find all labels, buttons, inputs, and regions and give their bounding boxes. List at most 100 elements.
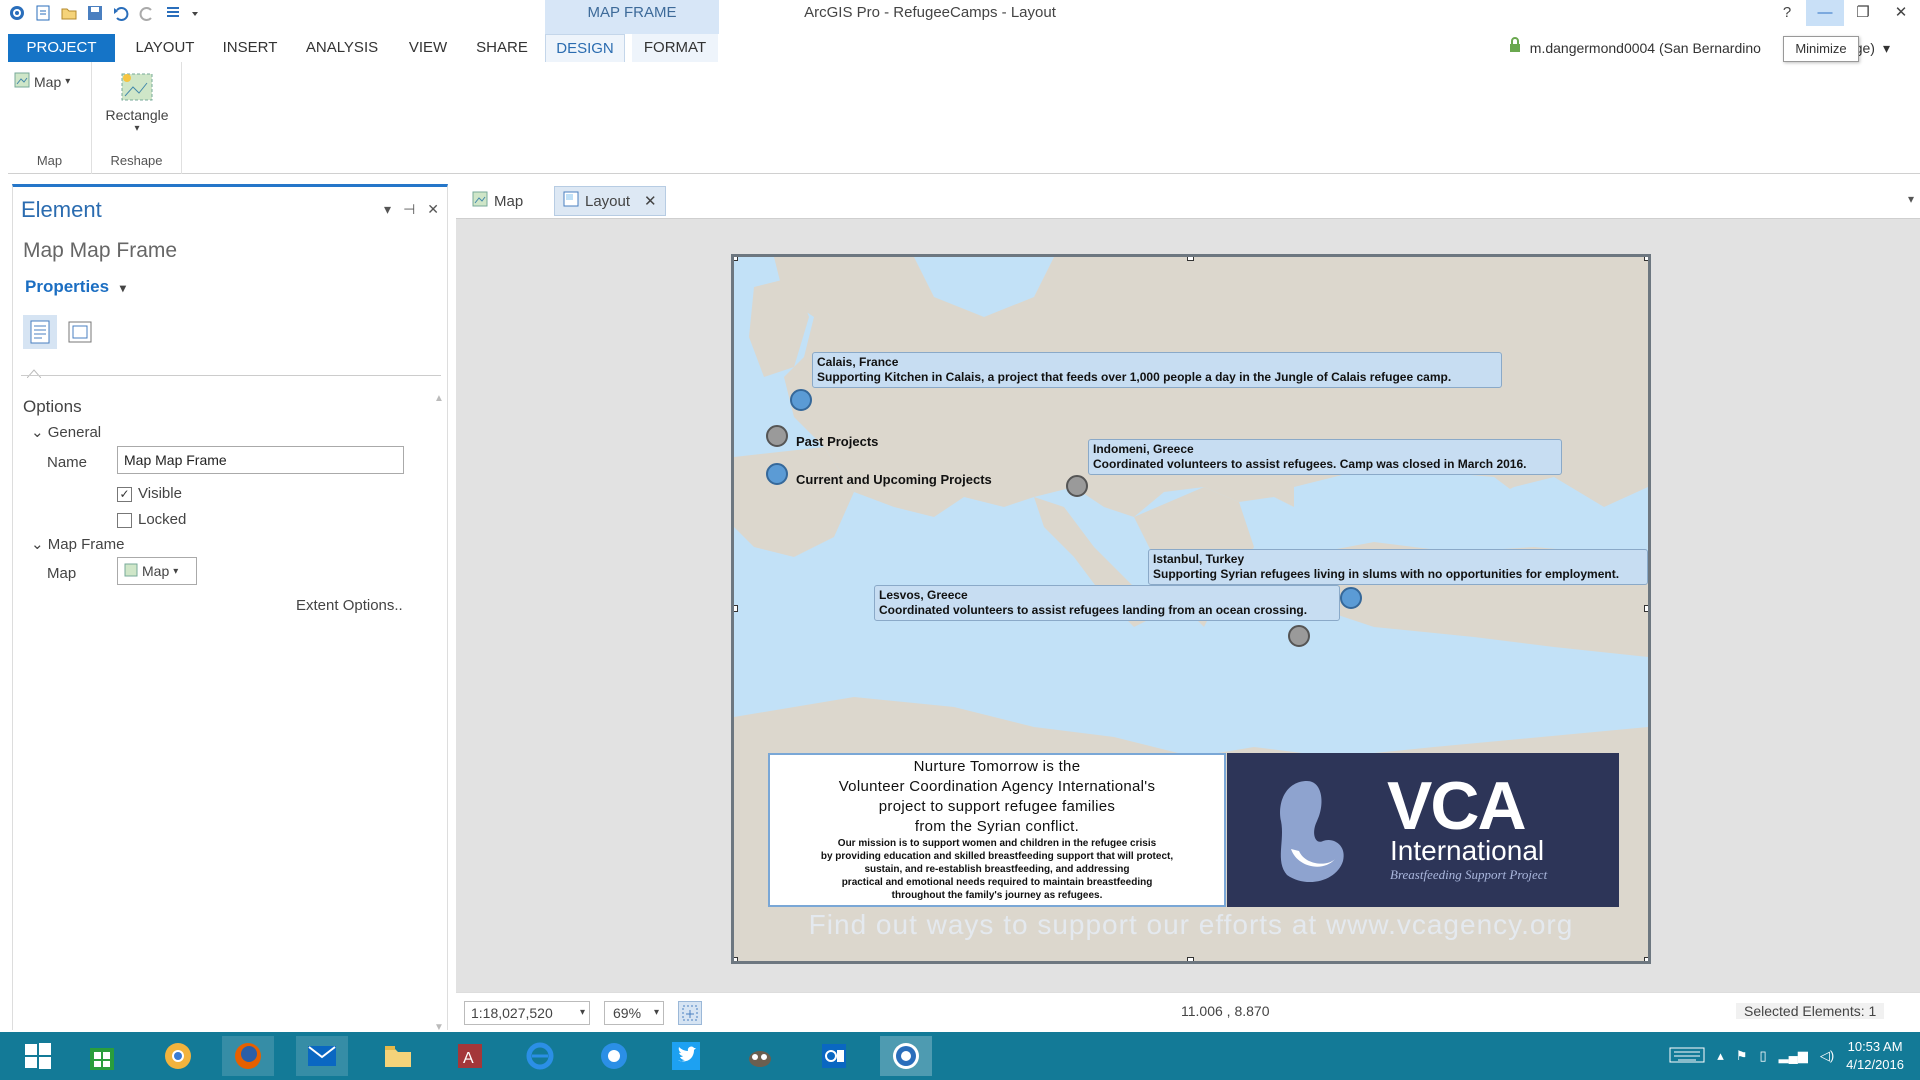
restore-button[interactable]: ❐ <box>1844 0 1882 26</box>
volume-icon[interactable]: ◁) <box>1820 1048 1834 1064</box>
start-button[interactable] <box>12 1036 64 1076</box>
window-controls: ? — ❐ ✕ <box>1768 0 1920 26</box>
internet-explorer-icon[interactable] <box>514 1036 566 1076</box>
rectangle-reshape-button[interactable]: Rectangle ▾ <box>92 70 182 134</box>
scale-value: 1:18,027,520 <box>471 1005 553 1021</box>
tab-layout[interactable]: LAYOUT <box>122 34 208 62</box>
twitter-icon[interactable] <box>660 1036 712 1076</box>
edge-ie-icon[interactable] <box>588 1036 640 1076</box>
legend-item: Current and Upcoming Projects <box>766 447 1006 501</box>
project-marker-indomeni[interactable] <box>1066 475 1088 497</box>
pin-icon[interactable]: ⊣ <box>403 201 415 218</box>
tab-map-view[interactable]: Map <box>464 186 531 216</box>
element-pane: Element ▾ ⊣ ✕ Map Map Frame Properties ▾… <box>12 184 448 1033</box>
placement-tab-icon[interactable] <box>63 315 97 349</box>
name-label: Name <box>47 454 88 471</box>
tab-design[interactable]: DESIGN <box>545 34 625 62</box>
taskbar: A ▴ ⚑ ▯ ▂▄▆ ◁) 10:53 AM 4/12/2016 <box>0 1032 1920 1080</box>
pane-subtitle: Map Map Frame <box>23 239 178 262</box>
callout-title: Calais, France <box>817 355 899 369</box>
zoom-select[interactable]: 69% ▾ <box>604 1001 664 1025</box>
callout-title: Indomeni, Greece <box>1093 442 1194 456</box>
callout-indomeni[interactable]: Indomeni, Greece Coordinated volunteers … <box>1088 439 1562 475</box>
resize-handle[interactable] <box>734 957 738 961</box>
callout-lesvos[interactable]: Lesvos, Greece Coordinated volunteers to… <box>874 585 1340 621</box>
minimize-button[interactable]: — <box>1806 0 1844 26</box>
resize-handle[interactable] <box>1644 605 1648 612</box>
pane-scrollbar[interactable]: ▲ ▼ <box>432 393 444 1033</box>
chevron-down-icon: ▾ <box>119 281 126 295</box>
ribbon-group-label: Map <box>36 153 63 168</box>
tab-view[interactable]: VIEW <box>398 34 458 62</box>
general-section-toggle[interactable]: ⌄ General <box>31 423 101 441</box>
map-select[interactable]: Map ▾ <box>117 557 197 585</box>
outlook-icon[interactable] <box>808 1036 860 1076</box>
file-explorer-icon[interactable] <box>372 1036 424 1076</box>
resize-handle[interactable] <box>734 605 738 612</box>
pane-menu-icon[interactable]: ▾ <box>384 201 391 218</box>
ribbon-body: Map ▾ Map Rectangle ▾ Reshape <box>8 62 1920 174</box>
firefox-icon[interactable] <box>222 1036 274 1076</box>
map-frame[interactable]: Past Projects Current and Upcoming Proje… <box>731 254 1651 964</box>
visible-checkbox[interactable]: ✓ <box>117 487 132 502</box>
arcgis-pro-icon[interactable] <box>880 1036 932 1076</box>
name-field[interactable]: Map Map Frame <box>117 446 404 474</box>
tab-layout-view[interactable]: Layout ✕ <box>554 186 666 216</box>
chrome-canary-icon[interactable] <box>152 1036 204 1076</box>
action-center-flag-icon[interactable]: ⚑ <box>1736 1048 1748 1064</box>
resize-handle[interactable] <box>1187 257 1194 261</box>
redo-icon[interactable] <box>138 4 156 22</box>
customize-toolbar-icon[interactable] <box>190 4 208 22</box>
network-signal-icon[interactable]: ▂▄▆ <box>1779 1048 1808 1064</box>
scroll-up-icon[interactable]: ▲ <box>434 393 444 404</box>
rectangle-reshape-icon <box>92 70 182 107</box>
callout-calais[interactable]: Calais, France Supporting Kitchen in Cal… <box>812 352 1502 388</box>
scale-select[interactable]: 1:18,027,520 ▾ <box>464 1001 590 1025</box>
save-icon[interactable] <box>86 4 104 22</box>
view-tabs: Map Layout ✕ ▾ <box>456 184 1920 218</box>
close-tab-icon[interactable]: ✕ <box>644 192 657 210</box>
resize-handle[interactable] <box>734 257 738 261</box>
battery-icon[interactable]: ▯ <box>1759 1048 1766 1064</box>
options-tab-icon[interactable] <box>23 315 57 349</box>
keyboard-icon[interactable] <box>1669 1045 1705 1068</box>
gimp-icon[interactable] <box>734 1036 786 1076</box>
list-icon[interactable] <box>164 4 182 22</box>
project-marker-istanbul[interactable] <box>1340 587 1362 609</box>
close-pane-icon[interactable]: ✕ <box>427 201 439 218</box>
resize-handle[interactable] <box>1644 257 1648 261</box>
callout-istanbul[interactable]: Istanbul, Turkey Supporting Syrian refug… <box>1148 549 1648 585</box>
mail-icon[interactable] <box>296 1036 348 1076</box>
project-marker-lesvos[interactable] <box>1288 625 1310 647</box>
close-window-button[interactable]: ✕ <box>1882 0 1920 26</box>
clock[interactable]: 10:53 AM 4/12/2016 <box>1846 1038 1904 1074</box>
extent-options-link[interactable]: Extent Options.. <box>296 597 403 614</box>
tab-insert[interactable]: INSERT <box>212 34 288 62</box>
project-marker-calais[interactable] <box>790 389 812 411</box>
map-frame-section-toggle[interactable]: ⌄ Map Frame <box>31 535 124 553</box>
access-icon[interactable]: A <box>444 1036 496 1076</box>
map-icon <box>124 563 138 580</box>
undo-icon[interactable] <box>112 4 130 22</box>
tab-share[interactable]: SHARE <box>466 34 538 62</box>
info-text-box[interactable]: Nurture Tomorrow is the Volunteer Coordi… <box>768 753 1226 907</box>
clock-time: 10:53 AM <box>1847 1039 1903 1054</box>
help-button[interactable]: ? <box>1768 0 1806 26</box>
resize-handle[interactable] <box>1187 957 1194 961</box>
resize-handle[interactable] <box>1644 957 1648 961</box>
properties-dropdown[interactable]: Properties ▾ <box>25 277 126 297</box>
tabs-overflow-icon[interactable]: ▾ <box>1908 192 1914 206</box>
arcgis-app-icon[interactable] <box>8 4 26 22</box>
tab-format[interactable]: FORMAT <box>632 34 718 62</box>
store-icon[interactable] <box>76 1036 128 1076</box>
show-hidden-icons-icon[interactable]: ▴ <box>1717 1048 1724 1064</box>
tab-project[interactable]: PROJECT <box>8 34 115 62</box>
new-project-icon[interactable] <box>34 4 52 22</box>
snapping-icon[interactable] <box>678 1001 702 1025</box>
tab-analysis[interactable]: ANALYSIS <box>294 34 390 62</box>
context-tab-header: MAP FRAME <box>545 0 719 34</box>
callout-text: Supporting Kitchen in Calais, a project … <box>817 370 1452 384</box>
open-project-icon[interactable] <box>60 4 78 22</box>
locked-checkbox[interactable] <box>117 513 132 528</box>
map-dropdown-button[interactable]: Map ▾ <box>14 72 70 91</box>
